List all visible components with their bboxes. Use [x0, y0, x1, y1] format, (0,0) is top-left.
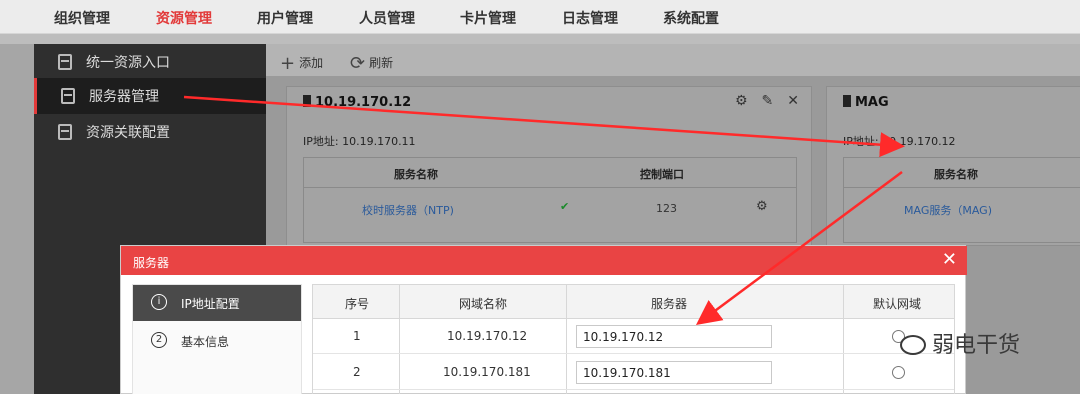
- arrow-to-input: [695, 170, 903, 325]
- wechat-icon: [900, 335, 926, 355]
- watermark: 弱电干货: [900, 327, 1020, 359]
- arrow-to-card: [183, 95, 905, 158]
